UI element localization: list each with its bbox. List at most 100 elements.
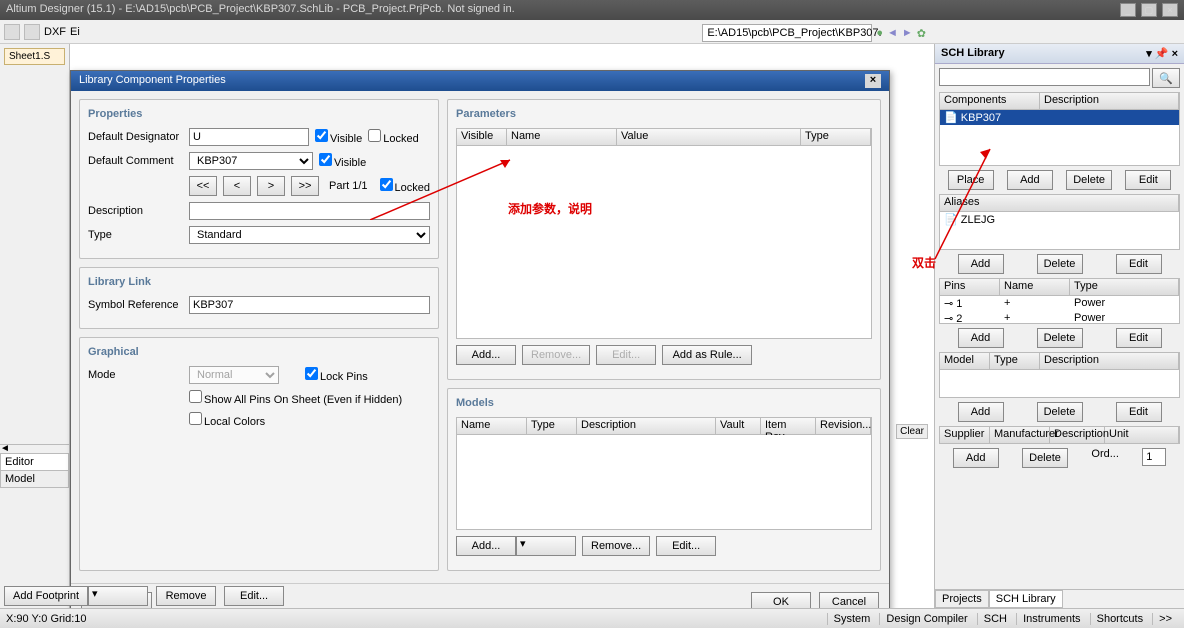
- comment-select[interactable]: KBP307: [189, 152, 313, 170]
- alias-add-button[interactable]: Add: [958, 254, 1004, 274]
- col-visible[interactable]: Visible: [457, 129, 507, 145]
- col-pinname[interactable]: Name: [1000, 279, 1070, 295]
- col-mtype[interactable]: Type: [990, 353, 1040, 369]
- new-icon[interactable]: [24, 24, 40, 40]
- supp-delete-button[interactable]: Delete: [1022, 448, 1068, 468]
- alias-item[interactable]: 📄 ZLEJG: [940, 212, 1179, 227]
- bottom-remove-button[interactable]: Remove: [156, 586, 216, 606]
- col-unit[interactable]: Unit: [1105, 427, 1179, 443]
- col-value[interactable]: Value: [617, 129, 801, 145]
- localcolors-check[interactable]: Local Colors: [189, 412, 265, 428]
- lockpins-check[interactable]: Lock Pins: [305, 367, 368, 383]
- status-more[interactable]: >>: [1152, 613, 1178, 625]
- comp-edit-button[interactable]: Edit: [1125, 170, 1171, 190]
- aliases-list[interactable]: 📄 ZLEJG: [939, 212, 1180, 250]
- param-edit-button[interactable]: Edit...: [596, 345, 656, 365]
- rmodel-edit-button[interactable]: Edit: [1116, 402, 1162, 422]
- pin-delete-button[interactable]: Delete: [1037, 328, 1083, 348]
- col-mdesc[interactable]: Description: [1040, 353, 1179, 369]
- mcol-itemrev[interactable]: Item Rev...: [761, 418, 816, 434]
- status-system[interactable]: System: [827, 613, 877, 625]
- mcol-vault[interactable]: Vault: [716, 418, 761, 434]
- comp-add-button[interactable]: Add: [1007, 170, 1053, 190]
- dxf-label[interactable]: DXF: [44, 26, 66, 38]
- mode-select[interactable]: Normal: [189, 366, 279, 384]
- tab-sch-library[interactable]: SCH Library: [989, 590, 1063, 608]
- pin-row[interactable]: ⊸ 1+Power: [940, 296, 1179, 311]
- nav-home-icon[interactable]: ●: [876, 27, 883, 39]
- rmodel-delete-button[interactable]: Delete: [1037, 402, 1083, 422]
- dialog-close-icon[interactable]: ×: [865, 74, 881, 88]
- close-icon[interactable]: ×: [1162, 3, 1178, 17]
- panel-pin-icon[interactable]: ▾ 📌 ×: [1146, 47, 1178, 60]
- components-list[interactable]: 📄 KBP307: [939, 110, 1180, 166]
- type-select[interactable]: Standard: [189, 226, 430, 244]
- comment-visible-check[interactable]: Visible: [319, 153, 366, 169]
- maximize-icon[interactable]: ▢: [1141, 3, 1157, 17]
- param-add-button[interactable]: Add...: [456, 345, 516, 365]
- supp-add-button[interactable]: Add: [953, 448, 999, 468]
- col-name[interactable]: Name: [507, 129, 617, 145]
- param-remove-button[interactable]: Remove...: [522, 345, 590, 365]
- dialog-titlebar[interactable]: Library Component Properties ×: [71, 71, 889, 91]
- col-model[interactable]: Model: [940, 353, 990, 369]
- bottom-edit-button[interactable]: Edit...: [224, 586, 284, 606]
- col-desc[interactable]: Description: [1040, 93, 1179, 109]
- nav-prev-button[interactable]: <: [223, 176, 251, 196]
- minimize-icon[interactable]: _: [1120, 3, 1136, 17]
- add-footprint-button[interactable]: Add Footprint▾: [4, 586, 148, 606]
- param-addrule-button[interactable]: Add as Rule...: [662, 345, 752, 365]
- tab-editor[interactable]: Editor: [0, 453, 69, 471]
- nav-fwd-icon[interactable]: ►: [902, 27, 913, 39]
- clear-button[interactable]: Clear: [896, 424, 928, 439]
- library-search-button[interactable]: 🔍: [1152, 68, 1180, 88]
- mcol-revision[interactable]: Revision...: [816, 418, 871, 434]
- library-search-input[interactable]: [939, 68, 1150, 86]
- tab-model[interactable]: Model: [0, 470, 69, 488]
- models-list[interactable]: [456, 435, 872, 530]
- alias-delete-button[interactable]: Delete: [1037, 254, 1083, 274]
- status-instruments[interactable]: Instruments: [1016, 613, 1086, 625]
- rmodel-add-button[interactable]: Add: [958, 402, 1004, 422]
- mcol-type[interactable]: Type: [527, 418, 577, 434]
- designator-visible-check[interactable]: Visible: [315, 129, 362, 145]
- ord-input[interactable]: [1142, 448, 1166, 466]
- model-list[interactable]: [939, 370, 1180, 398]
- model-remove-button[interactable]: Remove...: [582, 536, 650, 556]
- col-pins[interactable]: Pins: [940, 279, 1000, 295]
- designator-locked-check[interactable]: Locked: [368, 129, 418, 145]
- col-mfr[interactable]: Manufacturer: [990, 427, 1050, 443]
- mcol-desc[interactable]: Description: [577, 418, 716, 434]
- col-pintype[interactable]: Type: [1070, 279, 1179, 295]
- comp-place-button[interactable]: Place: [948, 170, 994, 190]
- nav-next-button[interactable]: >: [257, 176, 285, 196]
- doc-path[interactable]: E:\AD15\pcb\PCB_Project\KBP307.: [702, 24, 872, 42]
- symref-input[interactable]: [189, 296, 430, 314]
- nav-menu-icon[interactable]: ✿: [917, 27, 926, 40]
- parameters-list[interactable]: [456, 146, 872, 339]
- aliases-heading[interactable]: Aliases: [940, 195, 1179, 211]
- ei-label[interactable]: Ei: [70, 26, 80, 38]
- model-edit-button[interactable]: Edit...: [656, 536, 716, 556]
- part-locked-check[interactable]: Locked: [380, 178, 430, 194]
- col-sdesc[interactable]: Description: [1050, 427, 1105, 443]
- tab-projects[interactable]: Projects: [935, 590, 989, 608]
- description-input[interactable]: [189, 202, 430, 220]
- status-design-compiler[interactable]: Design Compiler: [879, 613, 973, 625]
- showallpins-check[interactable]: Show All Pins On Sheet (Even if Hidden): [189, 390, 402, 406]
- component-item-selected[interactable]: 📄 KBP307: [940, 110, 1179, 125]
- col-supplier[interactable]: Supplier: [940, 427, 990, 443]
- col-components[interactable]: Components: [940, 93, 1040, 109]
- pins-list[interactable]: ⊸ 1+Power ⊸ 2+Power: [939, 296, 1180, 324]
- pin-add-button[interactable]: Add: [958, 328, 1004, 348]
- pin-row[interactable]: ⊸ 2+Power: [940, 311, 1179, 324]
- nav-last-button[interactable]: >>: [291, 176, 319, 196]
- nav-first-button[interactable]: <<: [189, 176, 217, 196]
- nav-back-icon[interactable]: ◄: [887, 27, 898, 39]
- mcol-name[interactable]: Name: [457, 418, 527, 434]
- pin-edit-button[interactable]: Edit: [1116, 328, 1162, 348]
- designator-input[interactable]: [189, 128, 309, 146]
- comp-delete-button[interactable]: Delete: [1066, 170, 1112, 190]
- status-shortcuts[interactable]: Shortcuts: [1090, 613, 1149, 625]
- status-sch[interactable]: SCH: [977, 613, 1013, 625]
